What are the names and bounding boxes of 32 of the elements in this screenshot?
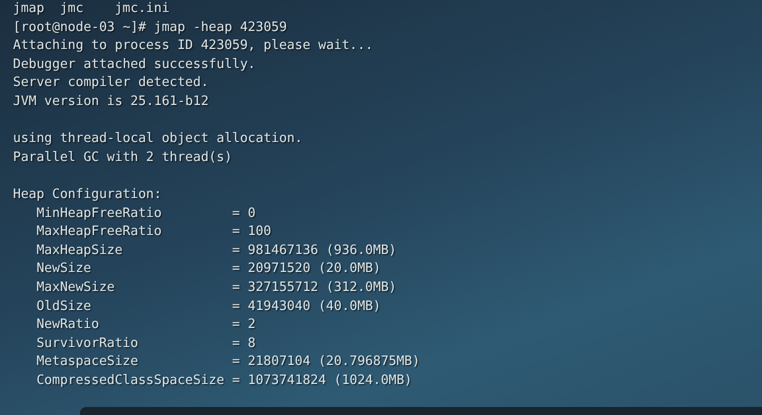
setting-value: = 41943040 (40.0MB) <box>232 298 381 316</box>
setting-value: = 1073741824 (1024.0MB) <box>232 372 412 390</box>
setting-value: = 100 <box>232 223 272 242</box>
file-name: jmap <box>13 0 46 18</box>
setting-name: NewSize <box>36 260 92 278</box>
file-name: jmc <box>60 0 84 18</box>
output-line: Debugger attached successfully. <box>13 56 256 74</box>
command-text: jmap -heap 423059 <box>154 18 287 37</box>
output-line: using thread-local object allocation. <box>13 130 303 148</box>
setting-name: OldSize <box>36 298 92 316</box>
setting-name: MaxNewSize <box>36 278 116 297</box>
output-line: Server compiler detected. <box>13 74 209 92</box>
setting-name: MetaspaceSize <box>36 353 140 372</box>
setting-value: = 21807104 (20.796875MB) <box>232 353 420 372</box>
setting-value: = 20971520 (20.0MB) <box>232 260 381 278</box>
output-line: Attaching to process ID 423059, please wait... <box>13 37 374 56</box>
file-name: jmc.ini <box>114 0 170 18</box>
setting-value: = 327155712 (312.0MB) <box>232 278 396 297</box>
setting-value: = 0 <box>232 204 256 223</box>
setting-name: MinHeapFreeRatio <box>36 204 163 223</box>
setting-name: CompressedClassSpaceSize <box>36 372 226 390</box>
section-heading: Heap Configuration: <box>13 186 162 204</box>
setting-name: NewRatio <box>36 316 100 334</box>
setting-name: MaxHeapFreeRatio <box>36 223 163 242</box>
output-line: JVM version is 25.161-b12 <box>13 92 209 111</box>
setting-value: = 981467136 (936.0MB) <box>232 242 396 260</box>
shell-prompt: [root@node-03 ~]# <box>13 18 146 37</box>
setting-value: = 2 <box>232 316 256 334</box>
setting-name: MaxHeapSize <box>36 242 124 260</box>
output-line: Parallel GC with 2 thread(s) <box>13 148 232 167</box>
setting-value: = 8 <box>232 334 256 353</box>
setting-name: SurvivorRatio <box>36 334 140 353</box>
